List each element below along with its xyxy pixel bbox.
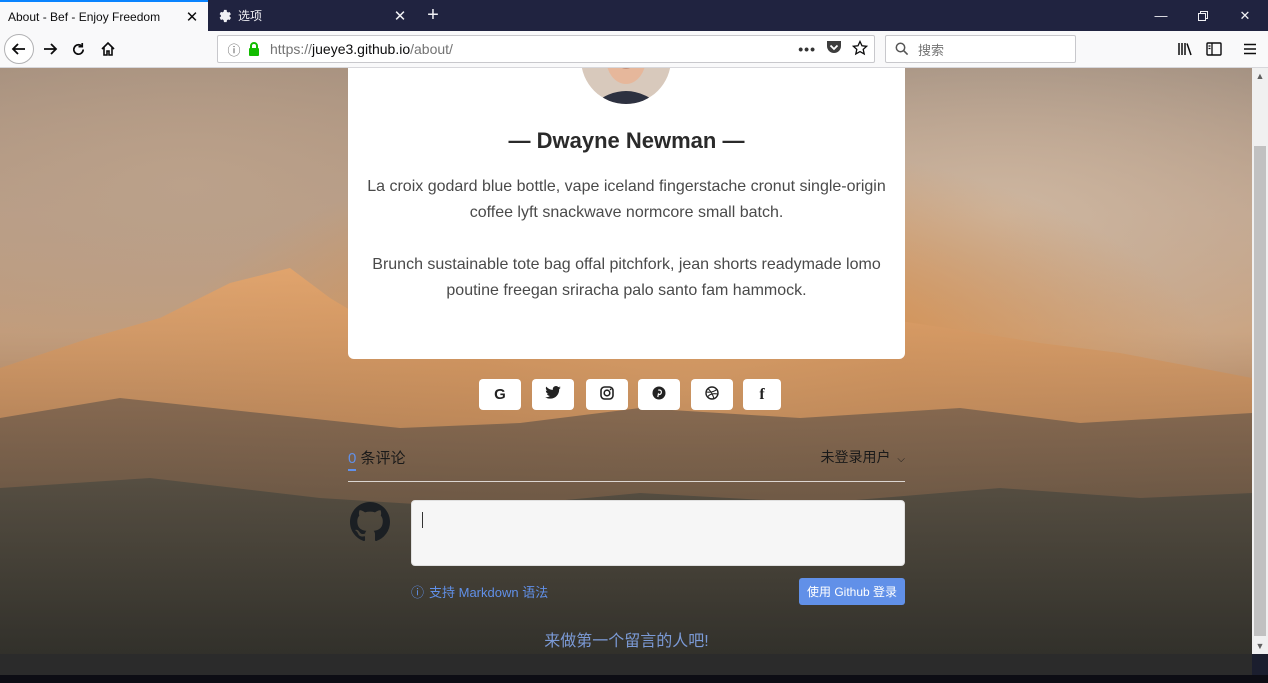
google-icon: G [494,386,506,403]
tab-strip: About - Bef - Enjoy Freedom ✕ 选项 ✕ + — ✕ [0,0,1268,31]
lock-icon[interactable] [244,42,264,56]
search-bar[interactable]: 搜索 [885,35,1076,63]
minimize-button[interactable]: — [1140,0,1182,31]
close-tab-icon[interactable]: ✕ [184,8,200,26]
dribbble-icon [705,385,719,404]
comment-textarea[interactable] [411,500,905,566]
github-login-button[interactable]: 使用 Github 登录 [799,578,905,605]
url-path: /about/ [410,41,453,57]
tab-title: About - Bef - Enjoy Freedom [8,9,161,24]
profile-bio-paragraph: La croix godard blue bottle, vape icelan… [367,178,886,221]
back-button[interactable] [4,34,34,64]
gear-icon [216,8,232,24]
sidebar-icon[interactable] [1200,35,1228,63]
text-caret [422,512,423,528]
url-scheme: https:// [270,41,313,57]
comment-count-label: 条评论 [356,450,406,467]
social-dribbble-button[interactable] [691,379,733,410]
user-menu-label: 未登录用户 [820,449,891,465]
scroll-down-arrow-icon[interactable]: ▼ [1252,638,1268,654]
profile-name: — Dwayne Newman — [508,128,745,153]
social-facebook-button[interactable]: f [743,379,781,410]
social-google-button[interactable]: G [479,379,521,410]
tab-about[interactable]: About - Bef - Enjoy Freedom ✕ [0,0,208,31]
social-twitter-button[interactable] [532,379,574,410]
reload-button[interactable] [64,35,92,63]
restore-button[interactable] [1182,0,1224,31]
vertical-scrollbar[interactable]: ▲ ▼ [1252,68,1268,654]
pinterest-icon [652,386,666,404]
info-icon[interactable]: ⓘ [224,40,244,59]
info-circle-icon: ⓘ [411,585,425,600]
url-text: https://jueye3.github.io/about/ [270,41,798,57]
address-bar[interactable]: ⓘ https://jueye3.github.io/about/ ••• [217,35,875,63]
markdown-help-label: 支持 Markdown 语法 [429,585,549,600]
new-tab-button[interactable]: + [420,3,446,29]
profile-bio-paragraph: Brunch sustainable tote bag offal pitchf… [372,256,881,299]
empty-comments-message: 来做第一个留言的人吧! [544,633,709,650]
comment-count: 0 条评论 [348,447,406,471]
close-tab-icon[interactable]: ✕ [392,7,408,25]
page-actions-icon[interactable]: ••• [798,41,816,57]
tab-title: 选项 [238,9,263,23]
bookmark-star-icon[interactable] [851,39,869,59]
search-icon [890,42,914,56]
github-avatar-icon[interactable] [350,502,390,542]
instagram-icon [600,385,614,404]
markdown-help-link[interactable]: ⓘ 支持 Markdown 语法 [411,582,548,601]
user-menu-dropdown[interactable]: 未登录用户 ⌵ [821,447,905,467]
pocket-icon[interactable] [826,40,842,58]
social-pinterest-button[interactable] [638,379,680,410]
forward-button[interactable] [36,35,64,63]
taskbar-edge [0,675,1268,683]
social-instagram-button[interactable] [586,379,628,410]
hamburger-menu-icon[interactable] [1236,35,1264,63]
search-placeholder: 搜索 [918,42,945,58]
scroll-up-arrow-icon[interactable]: ▲ [1252,68,1268,84]
navigation-toolbar: ⓘ https://jueye3.github.io/about/ ••• 搜索 [0,31,1268,68]
chevron-down-icon: ⌵ [897,454,905,465]
comments-header: 0 条评论 未登录用户 ⌵ [348,445,905,482]
page-viewport: — Dwayne Newman — La croix godard blue b… [0,68,1252,654]
close-window-button[interactable]: ✕ [1224,0,1266,31]
scrollbar-thumb[interactable] [1254,146,1266,636]
library-icon[interactable] [1171,35,1199,63]
home-button[interactable] [94,35,122,63]
url-host: jueye3.github.io [312,41,411,57]
facebook-icon: f [759,385,765,403]
tab-options[interactable]: 选项 ✕ [208,0,416,31]
twitter-icon [545,386,561,403]
